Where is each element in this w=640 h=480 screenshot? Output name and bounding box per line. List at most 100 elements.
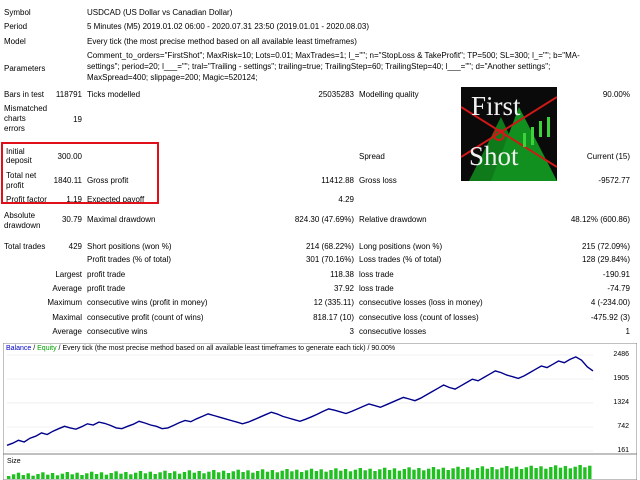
volume-bar xyxy=(94,474,99,479)
volume-bar xyxy=(163,470,167,479)
balance-equity-chart xyxy=(3,343,637,480)
volume-bar xyxy=(31,475,35,479)
maximal-consecutive-loss-value: -475.92 (3) xyxy=(590,313,630,322)
volume-bar xyxy=(358,468,362,479)
highlight-box xyxy=(1,142,159,204)
gross-loss-label: Gross loss xyxy=(359,176,397,185)
volume-bar xyxy=(583,467,587,479)
volume-bar xyxy=(260,469,265,479)
volume-bar xyxy=(99,472,104,479)
volume-bar xyxy=(226,473,231,479)
volume-bar xyxy=(461,469,465,479)
maximal-drawdown-label: Maximal drawdown xyxy=(87,215,156,224)
volume-bar xyxy=(90,471,94,479)
relative-drawdown-label: Relative drawdown xyxy=(359,215,427,224)
volume-bar xyxy=(500,467,504,479)
volume-bar xyxy=(119,473,123,479)
volume-bar xyxy=(236,469,240,479)
volume-bar xyxy=(334,468,338,479)
volume-bar xyxy=(275,472,279,479)
volume-bar xyxy=(383,467,387,479)
max-consecutive-wins-value: 12 (335.11) xyxy=(313,298,354,307)
spread-value: Current (15) xyxy=(586,152,630,161)
y-tick-label: 161 xyxy=(617,447,629,454)
average-2-label: Average xyxy=(52,327,82,336)
volume-bar xyxy=(378,469,382,479)
volume-bar xyxy=(397,470,402,479)
quality-value: 90.00% xyxy=(602,90,630,99)
y-tick-label: 1905 xyxy=(613,374,629,382)
volume-bar xyxy=(343,469,348,479)
avg-consecutive-wins-value: 3 xyxy=(349,327,354,336)
volume-bar xyxy=(295,469,299,479)
volume-bar xyxy=(246,470,250,479)
parameters-line-3: MaxSpread=400; slippage=200; Magic=52012… xyxy=(87,73,258,82)
volume-bar xyxy=(544,468,548,479)
maximum-label: Maximum xyxy=(47,298,82,307)
model-value: Every tick (the most precise method base… xyxy=(87,37,357,46)
volume-bar xyxy=(36,474,40,479)
volume-bar xyxy=(373,471,377,479)
average-loss-value: -74.79 xyxy=(607,284,630,293)
volume-bar xyxy=(451,468,455,479)
volume-bar xyxy=(85,473,89,479)
volume-bar xyxy=(304,470,309,479)
volume-bar xyxy=(221,470,226,479)
symbol-value: USDCAD (US Dollar vs Canadian Dollar) xyxy=(87,8,233,17)
volume-bar xyxy=(207,471,211,479)
volume-bar xyxy=(485,468,489,479)
relative-drawdown-value: 48.12% (600.86) xyxy=(570,215,630,224)
volume-bar xyxy=(80,475,84,479)
volume-bar xyxy=(280,470,284,479)
volume-bar xyxy=(41,472,45,479)
volume-bar xyxy=(549,467,553,479)
logo-line-1: First xyxy=(471,91,521,121)
size-label: Size xyxy=(7,458,21,465)
volume-bar xyxy=(568,468,572,479)
volume-bar xyxy=(524,467,528,479)
volume-bar xyxy=(368,468,372,479)
volume-bar xyxy=(11,474,16,479)
quality-label: Modelling quality xyxy=(359,90,419,99)
volume-bar xyxy=(202,473,206,479)
volume-bar xyxy=(387,470,392,479)
volume-bar xyxy=(21,475,25,479)
volume-bar xyxy=(114,471,118,479)
volume-bar xyxy=(285,469,289,479)
expected-payoff-value: 4.29 xyxy=(338,195,354,204)
volume-bar xyxy=(187,470,192,479)
total-trades-value: 429 xyxy=(68,242,82,251)
total-trades-label: Total trades xyxy=(4,242,46,251)
volume-bar xyxy=(70,474,74,479)
maximal-label: Maximal xyxy=(52,313,82,322)
ticks-value: 25035283 xyxy=(318,90,354,99)
first-shot-logo: First Shot xyxy=(461,87,557,181)
volume-bar xyxy=(104,474,109,479)
volume-bar xyxy=(241,472,245,479)
maximal-consecutive-loss-label: consecutive loss (count of losses) xyxy=(359,313,479,322)
volume-bar xyxy=(300,472,304,479)
volume-bar xyxy=(402,469,406,479)
volume-bar xyxy=(339,470,343,479)
legend-equity: Equity xyxy=(37,345,57,352)
mismatched-label-3: errors xyxy=(4,124,25,133)
volume-bar xyxy=(153,474,157,479)
parameters-label: Parameters xyxy=(4,64,46,73)
largest-loss-label: loss trade xyxy=(359,270,394,279)
volume-bar xyxy=(329,470,333,479)
average-label: Average xyxy=(52,284,82,293)
volume-bar xyxy=(519,469,524,479)
chart-legend: Balance / Equity / Every tick (the most … xyxy=(6,345,395,352)
volume-bar xyxy=(353,469,358,479)
volume-bar xyxy=(290,471,294,479)
volume-bar xyxy=(514,466,519,479)
volume-bar xyxy=(431,467,436,479)
volume-bar xyxy=(417,468,421,479)
volume-bar xyxy=(348,471,353,479)
max-consecutive-wins-label: consecutive wins (profit in money) xyxy=(87,298,208,307)
short-positions-value: 214 (68.22%) xyxy=(305,242,354,251)
volume-bar xyxy=(510,468,514,479)
absolute-drawdown-value: 30.79 xyxy=(61,215,82,224)
volume-bar xyxy=(168,473,172,479)
long-positions-value: 215 (72.09%) xyxy=(581,242,630,251)
